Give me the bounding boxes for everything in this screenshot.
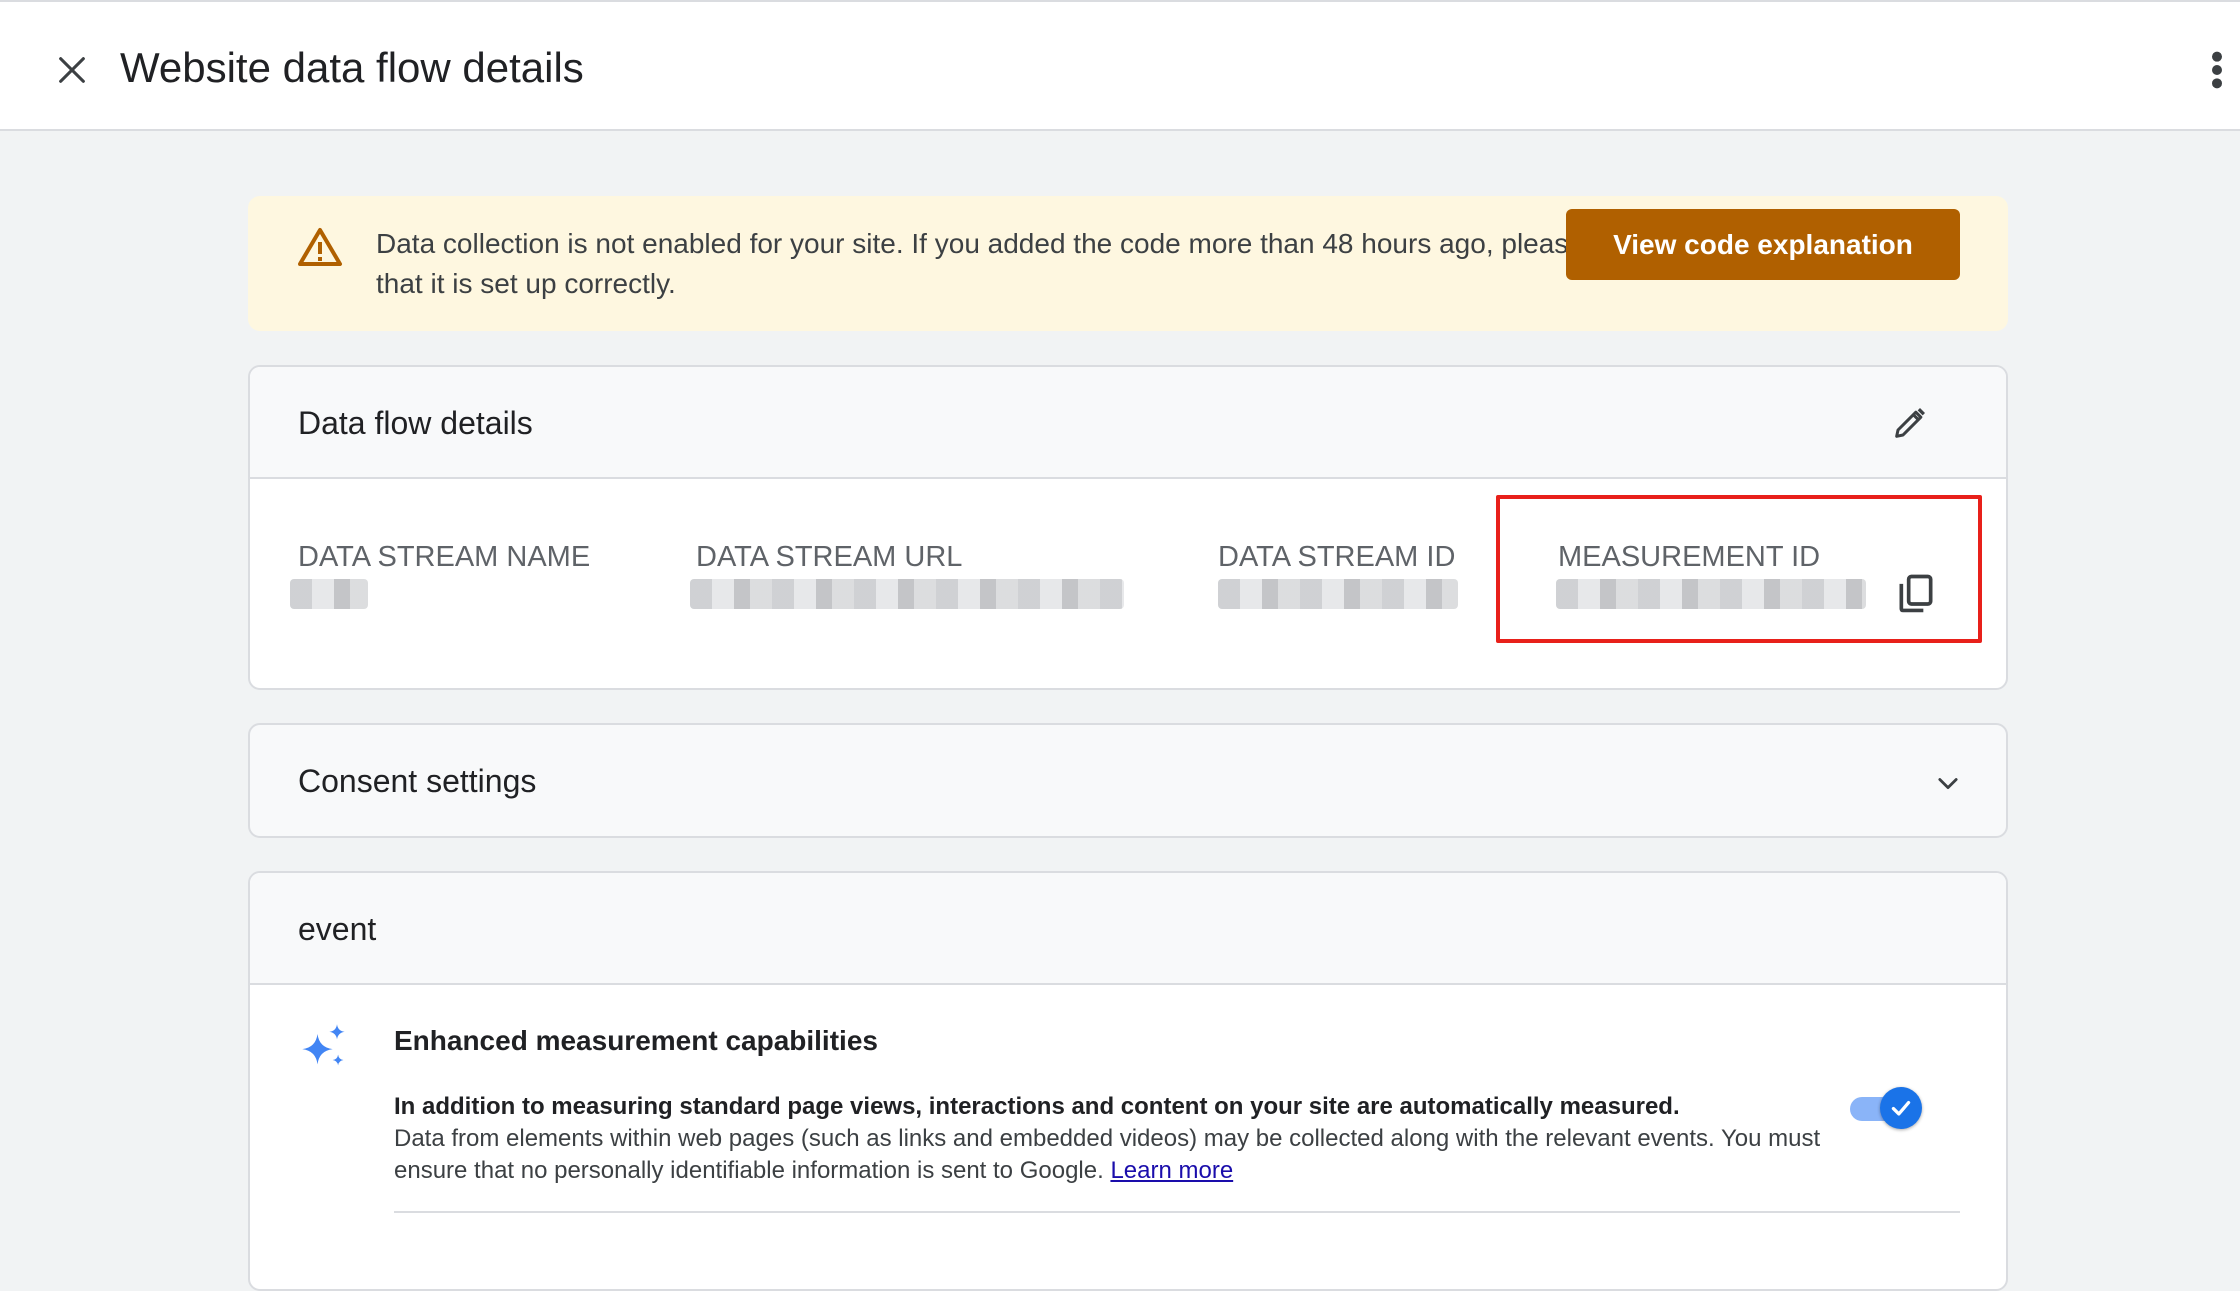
consent-settings-card[interactable]: Consent settings	[248, 723, 2008, 838]
warning-icon	[298, 228, 342, 266]
more-options-button[interactable]	[2200, 42, 2234, 98]
data-stream-name-value-redacted	[290, 579, 368, 609]
measurement-id-label: MEASUREMENT ID	[1558, 541, 1821, 573]
event-card-title: event	[298, 911, 377, 947]
edit-pencil-icon	[1895, 408, 1925, 438]
enhanced-measurement-description: In addition to measuring standard page v…	[394, 1091, 1894, 1187]
page-title: Website data flow details	[120, 44, 584, 91]
edit-button[interactable]	[1886, 399, 1934, 447]
chevron-down-icon	[1938, 778, 1958, 790]
data-stream-name-label: DATA STREAM NAME	[298, 541, 591, 573]
card-title: Data flow details	[298, 405, 533, 441]
enhanced-measurement-title: Enhanced measurement capabilities	[394, 1025, 878, 1056]
more-vert-icon	[2212, 51, 2222, 89]
copy-measurement-id-button[interactable]	[1890, 567, 1942, 619]
consent-expand-toggle[interactable]	[1930, 765, 1966, 801]
section-divider	[394, 1211, 1960, 1213]
copy-icon	[1899, 574, 1933, 613]
enhanced-measurement-description-bold: In addition to measuring standard page v…	[394, 1093, 1680, 1120]
data-stream-url-value-redacted	[690, 579, 1124, 609]
close-icon	[59, 57, 85, 83]
measurement-id-value-redacted[interactable]	[1556, 579, 1866, 609]
consent-settings-title: Consent settings	[298, 763, 537, 799]
check-icon	[1891, 1100, 1911, 1116]
learn-more-link[interactable]: Learn more	[1110, 1157, 1233, 1184]
data-stream-id-label: DATA STREAM ID	[1218, 541, 1456, 573]
card-header: Data flow details	[250, 367, 2006, 479]
data-collection-warning-banner: Data collection is not enabled for your …	[248, 196, 2008, 331]
toggle-knob	[1880, 1087, 1922, 1129]
event-card-header: event	[250, 873, 2006, 985]
sparkle-icon	[302, 1024, 345, 1066]
close-button[interactable]	[48, 46, 96, 94]
data-flow-details-card: Data flow details DATA STREAM NAME DATA …	[248, 365, 2008, 690]
page-header: Website data flow details	[0, 0, 2240, 131]
enhanced-measurement-description-text: Data from elements within web pages (suc…	[394, 1125, 1821, 1184]
event-card: event Enhanced measurement capabilities …	[248, 871, 2008, 1291]
enhanced-measurement-toggle[interactable]	[1846, 1085, 1922, 1129]
view-code-explanation-button[interactable]: View code explanation	[1566, 209, 1960, 280]
data-stream-id-value-redacted	[1218, 579, 1458, 609]
data-stream-url-label: DATA STREAM URL	[696, 541, 963, 573]
